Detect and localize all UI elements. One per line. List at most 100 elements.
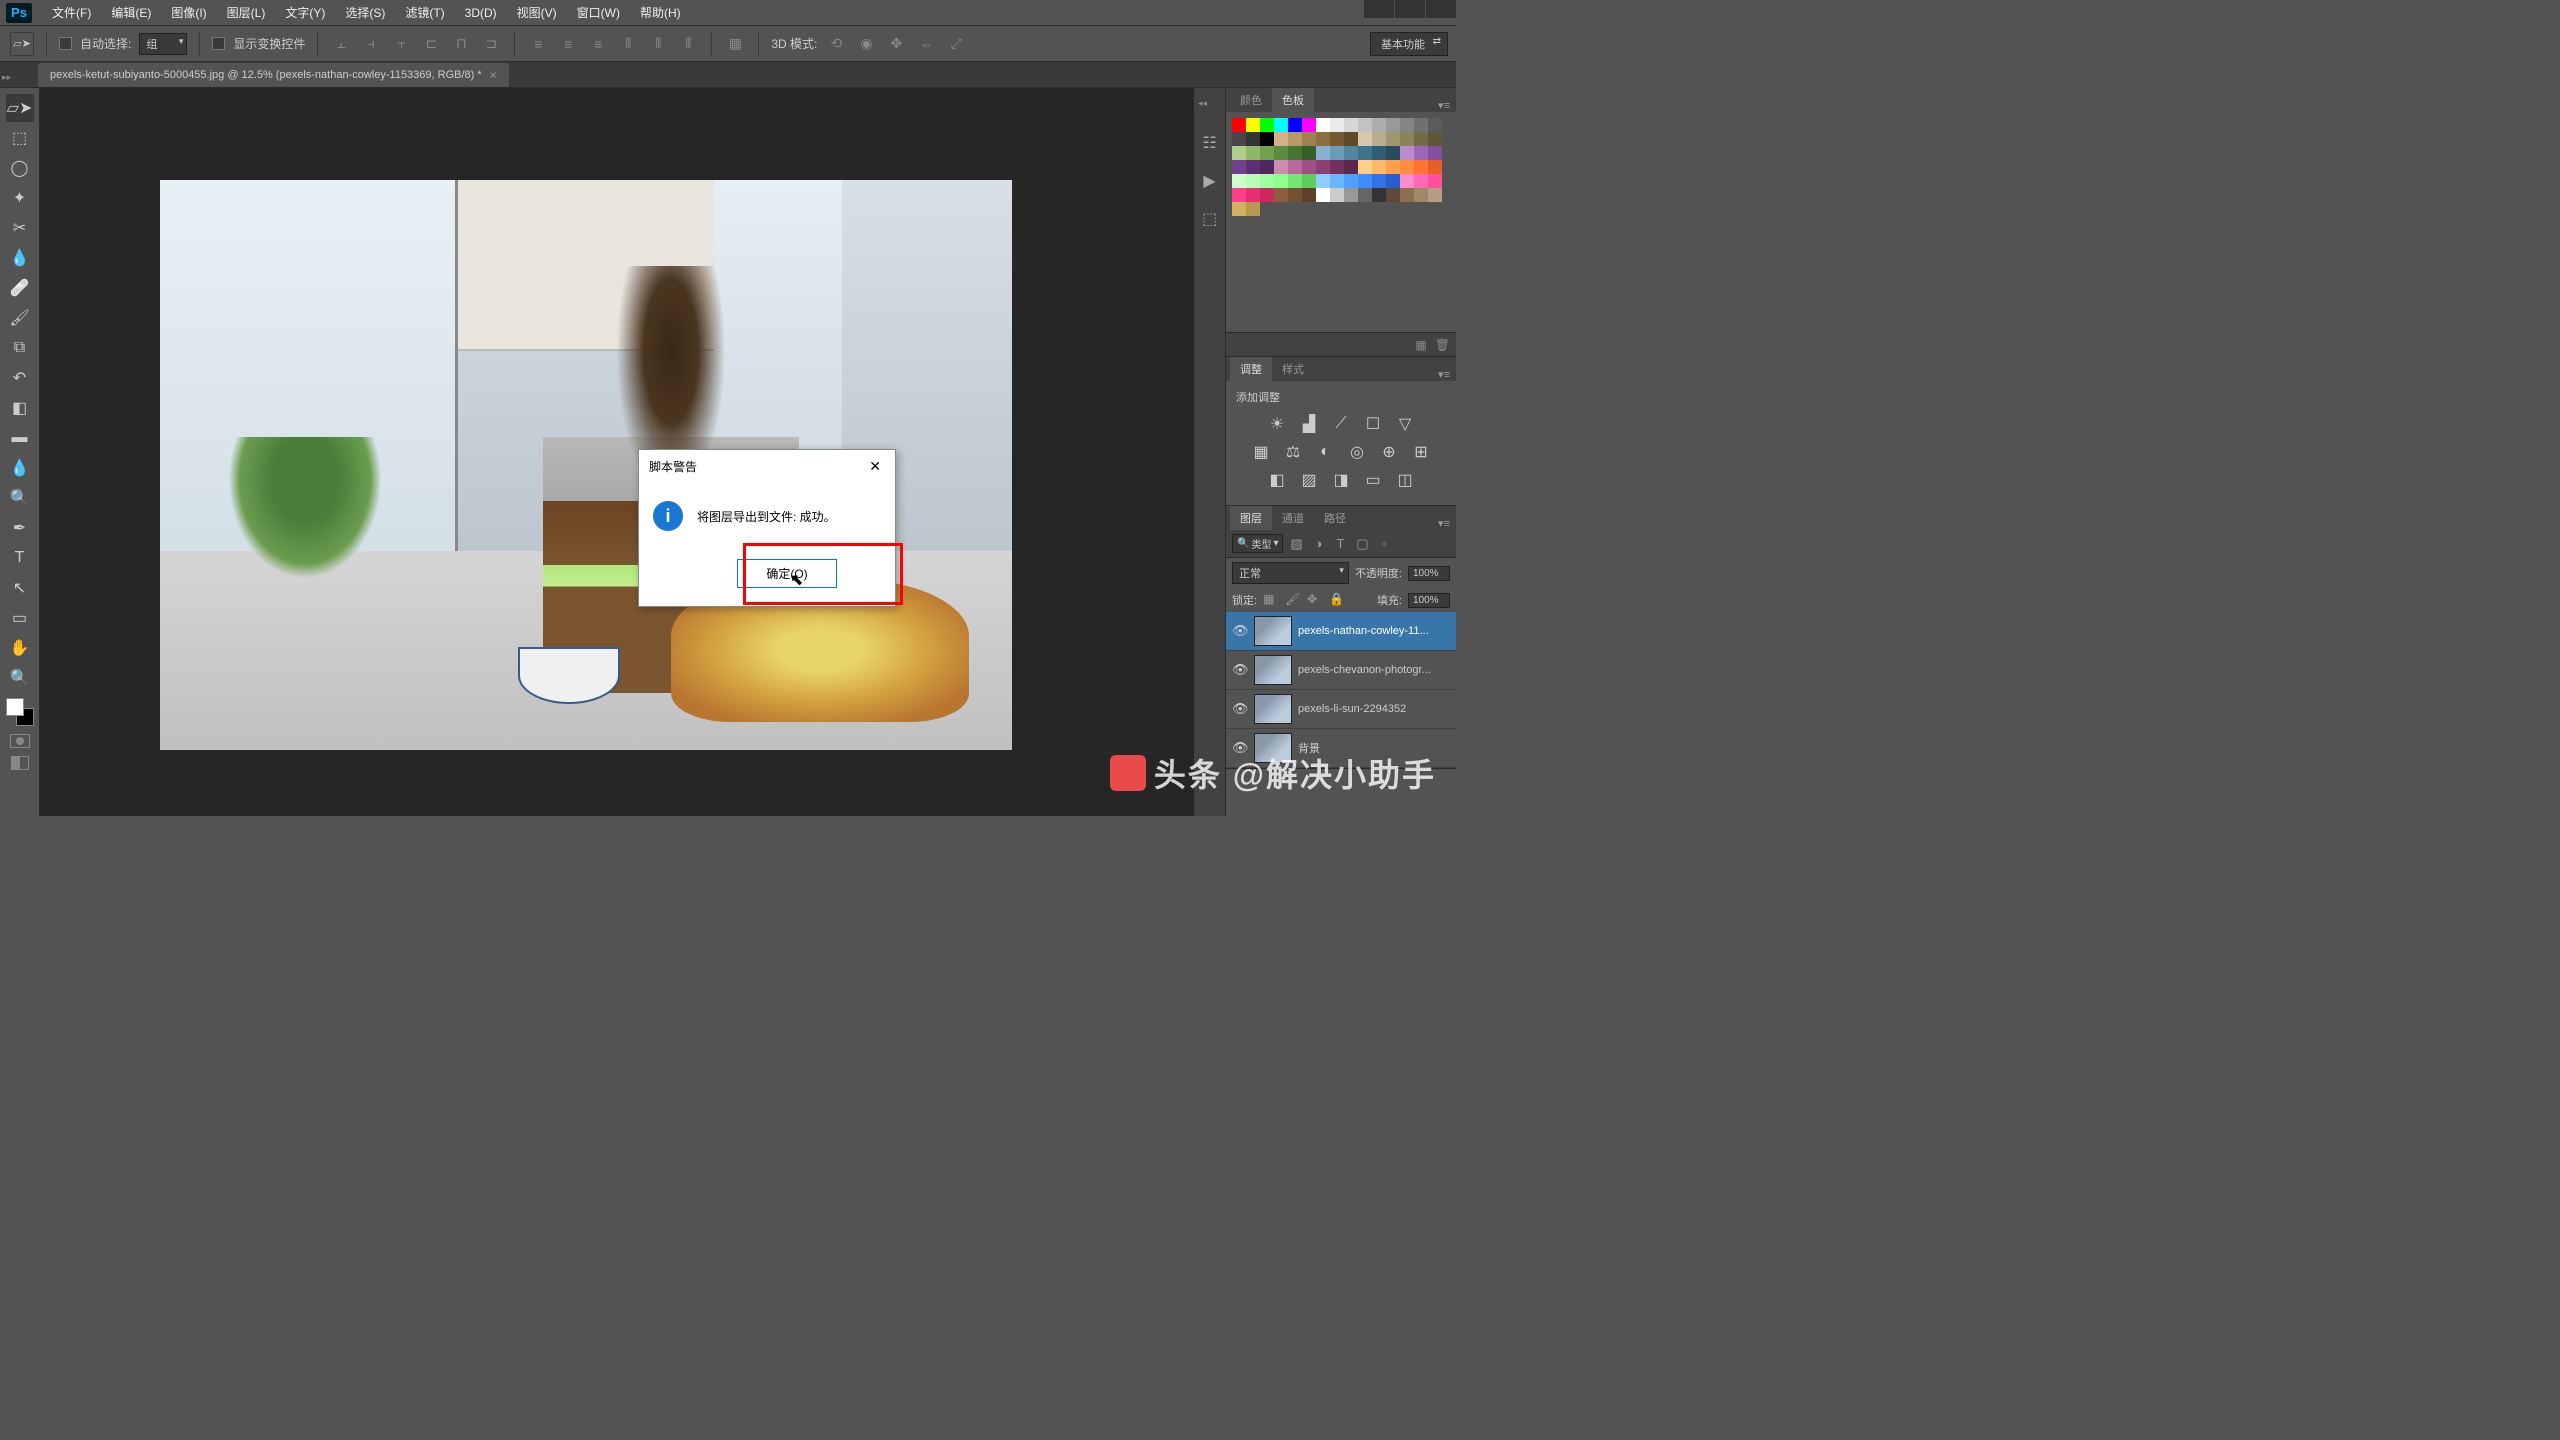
threshold-adjustment-icon[interactable]: ◨ (1330, 469, 1352, 491)
quick-mask-toggle[interactable] (10, 734, 30, 748)
current-tool-indicator[interactable]: ▱➤ (10, 32, 34, 56)
color-swatch[interactable] (1246, 132, 1260, 146)
color-swatch[interactable] (1358, 160, 1372, 174)
color-swatch[interactable] (1358, 146, 1372, 160)
brush-tool[interactable]: 🖌 (6, 304, 34, 332)
color-lookup-icon[interactable]: ⊞ (1410, 441, 1432, 463)
color-swatch[interactable] (1414, 118, 1428, 132)
color-swatch[interactable] (1316, 146, 1330, 160)
color-swatch[interactable] (1414, 174, 1428, 188)
color-swatch[interactable] (1302, 132, 1316, 146)
panel-menu-icon[interactable]: ▾≡ (1432, 517, 1456, 530)
color-swatch[interactable] (1372, 174, 1386, 188)
channels-tab[interactable]: 通道 (1272, 506, 1314, 530)
color-swatch[interactable] (1428, 146, 1442, 160)
filter-shape-icon[interactable]: ▢ (1353, 535, 1371, 553)
slide-3d-icon[interactable]: ⇔ (915, 33, 937, 55)
lock-position-icon[interactable]: ✥ (1307, 592, 1323, 608)
color-swatch[interactable] (1302, 118, 1316, 132)
color-tab[interactable]: 颜色 (1230, 88, 1272, 112)
scale-3d-icon[interactable]: ⤢ (945, 33, 967, 55)
color-swatch[interactable] (1372, 188, 1386, 202)
auto-align-icon[interactable]: ▦ (724, 33, 746, 55)
color-swatch[interactable] (1274, 188, 1288, 202)
history-panel-icon[interactable]: ☷ (1200, 133, 1220, 153)
menu-window[interactable]: 窗口(W) (567, 4, 630, 21)
color-swatch[interactable] (1344, 174, 1358, 188)
distribute-hcenter-icon[interactable]: ⦀ (647, 33, 669, 55)
selective-color-icon[interactable]: ◫ (1394, 469, 1416, 491)
layer-item[interactable]: 👁pexels-chevanon-photogr... (1226, 651, 1456, 690)
color-swatch[interactable] (1400, 160, 1414, 174)
color-swatch[interactable] (1288, 188, 1302, 202)
properties-panel-icon[interactable]: ⬚ (1200, 209, 1220, 229)
ok-button[interactable]: 确定(O) (737, 559, 836, 588)
color-swatch[interactable] (1302, 160, 1316, 174)
color-swatch[interactable] (1302, 188, 1316, 202)
color-swatch[interactable] (1400, 174, 1414, 188)
orbit-3d-icon[interactable]: ⟲ (825, 33, 847, 55)
color-swatch[interactable] (1372, 118, 1386, 132)
color-swatch[interactable] (1232, 146, 1246, 160)
color-swatch[interactable] (1302, 174, 1316, 188)
marquee-tool[interactable]: ⬚ (6, 124, 34, 152)
fill-input[interactable]: 100% (1408, 593, 1450, 608)
color-swatch[interactable] (1400, 118, 1414, 132)
menu-3d[interactable]: 3D(D) (455, 6, 507, 20)
color-swatch[interactable] (1246, 188, 1260, 202)
color-swatch[interactable] (1288, 160, 1302, 174)
color-swatch[interactable] (1288, 174, 1302, 188)
layer-thumbnail[interactable] (1254, 655, 1292, 685)
maximize-button[interactable] (1395, 0, 1425, 18)
color-swatch[interactable] (1414, 160, 1428, 174)
color-swatch[interactable] (1428, 160, 1442, 174)
color-swatch[interactable] (1372, 146, 1386, 160)
color-swatch[interactable] (1414, 146, 1428, 160)
color-swatch[interactable] (1386, 132, 1400, 146)
layer-thumbnail[interactable] (1254, 733, 1292, 763)
layer-name[interactable]: 背景 (1298, 740, 1450, 756)
bw-adjustment-icon[interactable]: ◐ (1314, 441, 1336, 463)
foreground-color-swatch[interactable] (6, 698, 24, 716)
delete-swatch-icon[interactable]: 🗑 (1435, 338, 1450, 352)
color-swatch[interactable] (1386, 118, 1400, 132)
hue-adjustment-icon[interactable]: ▦ (1250, 441, 1272, 463)
layer-item[interactable]: 👁pexels-li-sun-2294352 (1226, 690, 1456, 729)
vibrance-adjustment-icon[interactable]: ▽ (1394, 413, 1416, 435)
color-swatch[interactable] (1316, 160, 1330, 174)
photo-filter-icon[interactable]: ◎ (1346, 441, 1368, 463)
color-swatch[interactable] (1232, 188, 1246, 202)
color-swatch[interactable] (1260, 160, 1274, 174)
dodge-tool[interactable]: 🔍 (6, 484, 34, 512)
color-swatch[interactable] (1330, 188, 1344, 202)
history-brush-tool[interactable]: ↶ (6, 364, 34, 392)
layer-item[interactable]: 👁pexels-nathan-cowley-11... (1226, 612, 1456, 651)
lock-transparency-icon[interactable]: ▦ (1263, 592, 1279, 608)
healing-brush-tool[interactable]: 🩹 (6, 274, 34, 302)
adjustments-tab[interactable]: 调整 (1230, 357, 1272, 381)
color-swatch[interactable] (1344, 188, 1358, 202)
curves-adjustment-icon[interactable]: ⟋ (1330, 413, 1352, 435)
menu-file[interactable]: 文件(F) (42, 4, 101, 21)
color-swatch[interactable] (1344, 160, 1358, 174)
color-swatch[interactable] (1428, 118, 1442, 132)
lock-all-icon[interactable]: 🔒 (1329, 592, 1345, 608)
roll-3d-icon[interactable]: ◉ (855, 33, 877, 55)
layer-name[interactable]: pexels-li-sun-2294352 (1298, 703, 1450, 715)
workspace-switcher[interactable]: 基本功能 (1370, 32, 1448, 56)
color-swatch[interactable] (1288, 118, 1302, 132)
color-swatch[interactable] (1428, 188, 1442, 202)
path-selection-tool[interactable]: ↖ (6, 574, 34, 602)
posterize-adjustment-icon[interactable]: ▨ (1298, 469, 1320, 491)
color-swatch[interactable] (1232, 132, 1246, 146)
color-swatch[interactable] (1372, 160, 1386, 174)
color-swatch[interactable] (1400, 132, 1414, 146)
color-swatch[interactable] (1260, 118, 1274, 132)
align-left-icon[interactable]: ⊏ (420, 33, 442, 55)
color-swatch[interactable] (1358, 132, 1372, 146)
color-swatch[interactable] (1246, 160, 1260, 174)
color-swatch[interactable] (1358, 188, 1372, 202)
strip-collapse-icon[interactable]: ◂◂ (1198, 98, 1207, 109)
color-swatch[interactable] (1274, 174, 1288, 188)
invert-adjustment-icon[interactable]: ◧ (1266, 469, 1288, 491)
